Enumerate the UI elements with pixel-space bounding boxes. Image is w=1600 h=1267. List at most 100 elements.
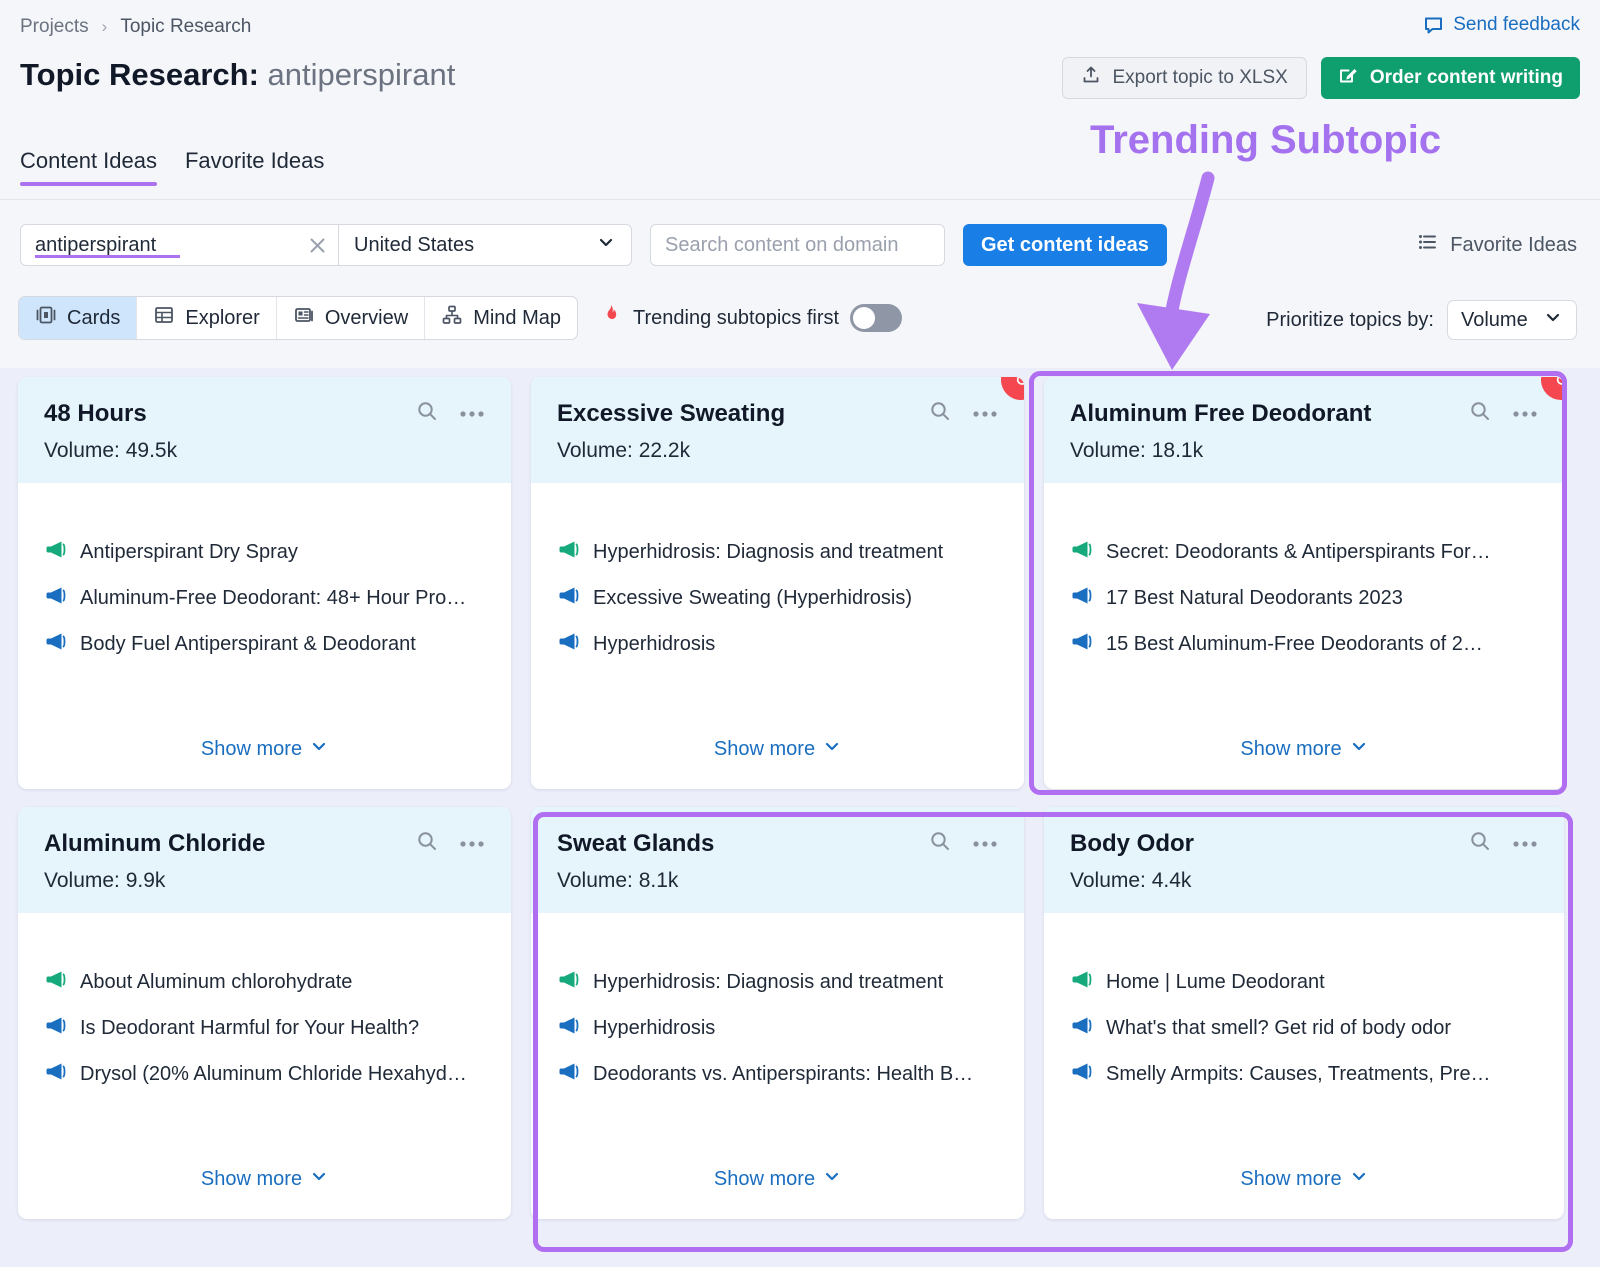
- list-item[interactable]: Hyperhidrosis: [557, 1014, 998, 1042]
- topic-card-header: Excessive SweatingVolume: 22.2k: [531, 377, 1024, 483]
- toggle-switch[interactable]: [850, 304, 902, 332]
- search-icon[interactable]: [1468, 399, 1492, 428]
- more-horizontal-icon[interactable]: [972, 835, 998, 853]
- search-icon[interactable]: [415, 399, 439, 428]
- megaphone-icon: [1070, 1014, 1093, 1042]
- list-icon: [1417, 231, 1439, 259]
- list-item[interactable]: Antiperspirant Dry Spray: [44, 538, 485, 566]
- more-horizontal-icon[interactable]: [459, 835, 485, 853]
- view-mode-explorer[interactable]: Explorer: [137, 297, 276, 339]
- topic-card-title: Sweat Glands: [557, 830, 928, 858]
- megaphone-icon: [1070, 538, 1093, 566]
- upload-icon: [1081, 65, 1101, 91]
- idea-title: Home | Lume Deodorant: [1106, 971, 1325, 994]
- prioritize-select[interactable]: Volume: [1447, 300, 1577, 340]
- close-icon[interactable]: [296, 225, 338, 265]
- list-item[interactable]: Body Fuel Antiperspirant & Deodorant: [44, 630, 485, 658]
- send-feedback-button[interactable]: Send feedback: [1423, 14, 1580, 36]
- topic-card-volume: Volume: 8.1k: [557, 869, 998, 893]
- view-mode-bar: Cards Explorer Overview Mind Map: [18, 296, 902, 340]
- topic-card[interactable]: 48 HoursVolume: 49.5kAntiperspirant Dry …: [18, 377, 511, 789]
- topic-card-ideas: About Aluminum chlorohydrate Is Deodorant…: [18, 913, 511, 1167]
- idea-title: Drysol (20% Aluminum Chloride Hexahyd…: [80, 1063, 467, 1086]
- topic-card[interactable]: Excessive SweatingVolume: 22.2k Hyperhidr…: [531, 377, 1024, 789]
- list-item[interactable]: Hyperhidrosis: [557, 630, 998, 658]
- megaphone-icon: [557, 1060, 580, 1088]
- view-mode-overview[interactable]: Overview: [277, 297, 425, 339]
- list-item[interactable]: Aluminum-Free Deodorant: 48+ Hour Pro…: [44, 584, 485, 612]
- tab-bar: Content Ideas Favorite Ideas: [20, 148, 324, 186]
- show-more-button[interactable]: Show more: [18, 1167, 511, 1219]
- search-icon[interactable]: [1468, 829, 1492, 858]
- megaphone-icon: [557, 584, 580, 612]
- idea-title: Excessive Sweating (Hyperhidrosis): [593, 587, 912, 610]
- chevron-down-icon: [596, 232, 616, 258]
- country-select[interactable]: United States: [339, 225, 631, 265]
- show-more-label: Show more: [714, 738, 815, 761]
- megaphone-icon: [44, 538, 67, 566]
- list-item[interactable]: About Aluminum chlorohydrate: [44, 968, 485, 996]
- search-icon[interactable]: [928, 829, 952, 858]
- list-item[interactable]: What's that smell? Get rid of body odor: [1070, 1014, 1538, 1042]
- list-item[interactable]: Deodorants vs. Antiperspirants: Health B…: [557, 1060, 998, 1088]
- show-more-label: Show more: [1240, 738, 1341, 761]
- page-title-keyword: antiperspirant: [268, 57, 456, 92]
- idea-title: Hyperhidrosis: [593, 633, 715, 656]
- show-more-button[interactable]: Show more: [18, 737, 511, 789]
- trending-subtopics-toggle[interactable]: Trending subtopics first: [600, 303, 902, 333]
- list-item[interactable]: 17 Best Natural Deodorants 2023: [1070, 584, 1538, 612]
- tab-favorite-ideas[interactable]: Favorite Ideas: [185, 148, 324, 186]
- view-mode-overview-label: Overview: [325, 307, 408, 330]
- megaphone-icon: [1070, 1060, 1093, 1088]
- more-horizontal-icon[interactable]: [1512, 405, 1538, 423]
- megaphone-icon: [557, 968, 580, 996]
- search-icon[interactable]: [928, 399, 952, 428]
- search-domain-input[interactable]: Search content on domain: [650, 224, 945, 266]
- more-horizontal-icon[interactable]: [459, 405, 485, 423]
- search-domain-placeholder: Search content on domain: [665, 234, 899, 257]
- show-more-button[interactable]: Show more: [531, 737, 1024, 789]
- view-mode-cards[interactable]: Cards: [19, 297, 137, 339]
- topic-card[interactable]: Aluminum ChlorideVolume: 9.9kAbout Alumi…: [18, 807, 511, 1219]
- list-item[interactable]: Is Deodorant Harmful for Your Health?: [44, 1014, 485, 1042]
- topic-card-ideas: Secret: Deodorants & Antiperspirants For…: [1044, 483, 1564, 737]
- topic-card[interactable]: Aluminum Free DeodorantVolume: 18.1kSecr…: [1044, 377, 1564, 789]
- show-more-label: Show more: [714, 1168, 815, 1191]
- breadcrumb-projects[interactable]: Projects: [20, 16, 89, 38]
- show-more-button[interactable]: Show more: [531, 1167, 1024, 1219]
- list-item[interactable]: Smelly Armpits: Causes, Treatments, Pre…: [1070, 1060, 1538, 1088]
- view-mode-mind-map[interactable]: Mind Map: [425, 297, 577, 339]
- toggle-knob: [853, 307, 875, 329]
- prioritize-control: Prioritize topics by: Volume: [1266, 300, 1577, 340]
- idea-title: About Aluminum chlorohydrate: [80, 971, 352, 994]
- topic-card[interactable]: Sweat Glands Volume: 8.1k Hyperhidrosis: D…: [531, 807, 1024, 1219]
- list-item[interactable]: Home | Lume Deodorant: [1070, 968, 1538, 996]
- show-more-button[interactable]: Show more: [1044, 1167, 1564, 1219]
- view-mode-segmented-control: Cards Explorer Overview Mind Map: [18, 296, 578, 340]
- keyword-value: antiperspirant: [35, 234, 156, 257]
- overview-icon: [293, 304, 315, 332]
- list-item[interactable]: Excessive Sweating (Hyperhidrosis): [557, 584, 998, 612]
- search-icon[interactable]: [415, 829, 439, 858]
- topic-card-volume: Volume: 18.1k: [1070, 439, 1538, 463]
- more-horizontal-icon[interactable]: [972, 405, 998, 423]
- breadcrumb-topic-research[interactable]: Topic Research: [120, 16, 251, 38]
- export-xlsx-button[interactable]: Export topic to XLSX: [1062, 57, 1306, 99]
- tab-content-ideas[interactable]: Content Ideas: [20, 148, 157, 186]
- idea-title: Is Deodorant Harmful for Your Health?: [80, 1017, 419, 1040]
- prioritize-value: Volume: [1461, 309, 1528, 332]
- send-feedback-label: Send feedback: [1453, 14, 1580, 36]
- favorite-ideas-button[interactable]: Favorite Ideas: [1417, 231, 1577, 259]
- keyword-input[interactable]: antiperspirant: [21, 225, 296, 265]
- list-item[interactable]: 15 Best Aluminum-Free Deodorants of 2…: [1070, 630, 1538, 658]
- list-item[interactable]: Secret: Deodorants & Antiperspirants For…: [1070, 538, 1538, 566]
- list-item[interactable]: Drysol (20% Aluminum Chloride Hexahyd…: [44, 1060, 485, 1088]
- more-horizontal-icon[interactable]: [1512, 835, 1538, 853]
- list-item[interactable]: Hyperhidrosis: Diagnosis and treatment: [557, 538, 998, 566]
- topic-card[interactable]: Body OdorVolume: 4.4kHome | Lume Deodora…: [1044, 807, 1564, 1219]
- order-content-writing-button[interactable]: Order content writing: [1321, 57, 1580, 99]
- order-content-writing-label: Order content writing: [1370, 67, 1563, 89]
- idea-title: 15 Best Aluminum-Free Deodorants of 2…: [1106, 633, 1483, 656]
- show-more-button[interactable]: Show more: [1044, 737, 1564, 789]
- list-item[interactable]: Hyperhidrosis: Diagnosis and treatment: [557, 968, 998, 996]
